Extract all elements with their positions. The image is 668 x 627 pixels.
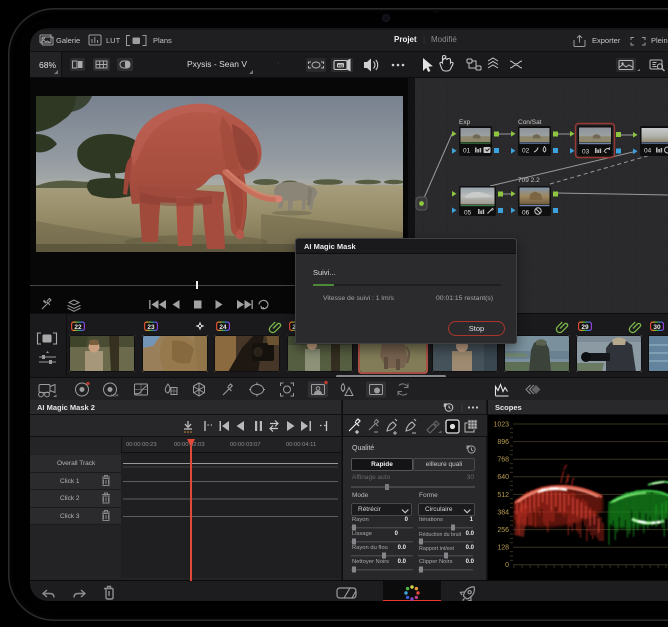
svg-text:0: 0 (505, 562, 509, 569)
svg-text:HDR: HDR (111, 394, 119, 398)
svg-text:Con/Sat: Con/Sat (518, 119, 542, 126)
svg-text:896: 896 (497, 439, 509, 446)
svg-text:06: 06 (522, 210, 530, 217)
svg-text:640: 640 (497, 474, 509, 481)
svg-text:384: 384 (497, 509, 509, 516)
svg-text:1023: 1023 (493, 422, 509, 429)
svg-text:01: 01 (463, 148, 471, 155)
svg-text:24: 24 (219, 324, 227, 331)
svg-text:768: 768 (497, 457, 509, 464)
svg-text:22: 22 (74, 324, 82, 331)
svg-text:Exp: Exp (459, 119, 471, 126)
svg-text:29: 29 (581, 324, 589, 331)
svg-text:03: 03 (582, 149, 590, 156)
svg-text:HQ: HQ (338, 64, 344, 68)
svg-text:30: 30 (653, 324, 661, 331)
svg-text:02: 02 (522, 148, 530, 155)
svg-text:512: 512 (497, 492, 509, 499)
svg-text:05: 05 (464, 210, 472, 217)
svg-text:709 2.2: 709 2.2 (518, 177, 540, 184)
svg-text:23: 23 (147, 324, 155, 331)
svg-text:04: 04 (644, 148, 652, 155)
svg-text:128: 128 (497, 545, 509, 552)
svg-text:256: 256 (497, 527, 509, 534)
